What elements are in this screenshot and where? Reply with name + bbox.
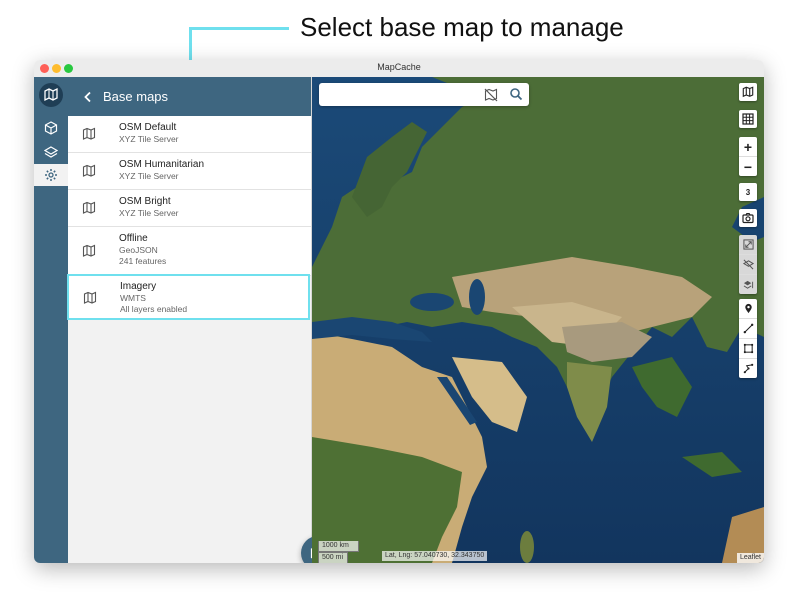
search-input[interactable] [325, 86, 479, 104]
rail-item-settings[interactable] [34, 164, 68, 186]
zoom-in-button[interactable]: + [739, 137, 757, 157]
list-item-imagery[interactable]: Imagery WMTS All layers enabled [67, 274, 310, 320]
item-type: XYZ Tile Server [119, 171, 179, 181]
draw-tools [739, 299, 757, 378]
cube-icon [44, 121, 58, 135]
rail-item-layers[interactable] [34, 141, 68, 163]
map-off-icon[interactable] [484, 88, 498, 102]
zoom-level-indicator: 3 [739, 183, 757, 201]
item-name: Offline [119, 233, 148, 244]
window-title: MapCache [377, 62, 421, 72]
scale-mi: 500 mi [318, 552, 348, 563]
draw-rectangle-button[interactable] [739, 339, 757, 359]
callout-line [189, 27, 289, 30]
search-bar [319, 83, 529, 106]
item-name: OSM Default [119, 122, 177, 133]
screenshot-button[interactable] [739, 209, 757, 227]
list-item-osm-default[interactable]: OSM Default XYZ Tile Server [68, 116, 311, 153]
layer-order-button[interactable] [739, 275, 757, 294]
rail-item-projects[interactable] [34, 117, 68, 139]
item-name: Imagery [120, 281, 157, 292]
item-name: OSM Bright [119, 196, 171, 207]
map-icon [82, 244, 96, 257]
panel-title: Base maps [103, 89, 169, 104]
scale-km: 1000 km [318, 541, 359, 552]
layers-off-icon [742, 259, 754, 270]
base-map-list: OSM Default XYZ Tile Server OSM Humanita… [68, 116, 311, 276]
zoom-control: + − [739, 137, 757, 176]
item-detail: All layers enabled [120, 304, 188, 314]
item-name: OSM Humanitarian [119, 159, 205, 170]
polygon-icon [743, 363, 753, 374]
app-logo[interactable] [39, 83, 63, 107]
draw-polygon-button[interactable] [739, 359, 757, 378]
satellite-imagery [312, 77, 764, 563]
attribution-link[interactable]: Leaflet [736, 553, 764, 563]
hide-layers-button[interactable] [739, 255, 757, 275]
draw-line-button[interactable] [739, 319, 757, 339]
item-detail: 241 features [119, 256, 167, 266]
base-map-button[interactable] [739, 83, 757, 101]
base-maps-panel: Base maps OSM Default XYZ Tile Server OS… [68, 77, 335, 563]
coordinate-readout: Lat, Lng: 57.040730, 32.343750 [382, 551, 488, 561]
back-button[interactable] [73, 77, 103, 116]
layer-tools [739, 235, 757, 294]
chevron-left-icon [84, 91, 91, 102]
title-bar: MapCache [34, 60, 764, 78]
expand-icon [742, 239, 754, 250]
map-icon [742, 86, 754, 98]
search-icon[interactable] [509, 87, 523, 101]
rectangle-icon [743, 343, 753, 354]
map-logo-icon [44, 87, 58, 102]
layers-sort-icon [743, 280, 753, 289]
item-type: WMTS [120, 293, 146, 303]
item-type: XYZ Tile Server [119, 134, 179, 144]
callout-text: Select base map to manage [300, 12, 624, 42]
map-icon [82, 164, 96, 177]
panel-header: Base maps [68, 77, 311, 116]
map-icon [83, 291, 97, 304]
list-item-offline[interactable]: Offline GeoJSON 241 features [68, 227, 311, 276]
list-item-osm-bright[interactable]: OSM Bright XYZ Tile Server [68, 190, 311, 227]
layers-icon [44, 146, 58, 158]
zoom-out-button[interactable]: − [739, 157, 757, 176]
map-icon [82, 127, 96, 140]
grid-button[interactable] [739, 110, 757, 128]
grid-icon [742, 113, 754, 125]
map-icon [82, 201, 96, 214]
list-item-osm-humanitarian[interactable]: OSM Humanitarian XYZ Tile Server [68, 153, 311, 190]
side-rail [34, 77, 68, 563]
item-type: GeoJSON [119, 245, 158, 255]
fit-extent-button[interactable] [739, 235, 757, 255]
app-window: MapCache Base maps OSM Default XYZ Tile … [34, 60, 764, 563]
polyline-icon [743, 323, 753, 334]
gear-icon [45, 169, 57, 181]
map-pin-icon [744, 303, 752, 314]
item-type: XYZ Tile Server [119, 208, 179, 218]
camera-icon [742, 212, 754, 224]
map-view[interactable]: + − 3 1000 km 500 mi Lat, Lng: 57.040730… [312, 77, 764, 563]
draw-point-button[interactable] [739, 299, 757, 319]
